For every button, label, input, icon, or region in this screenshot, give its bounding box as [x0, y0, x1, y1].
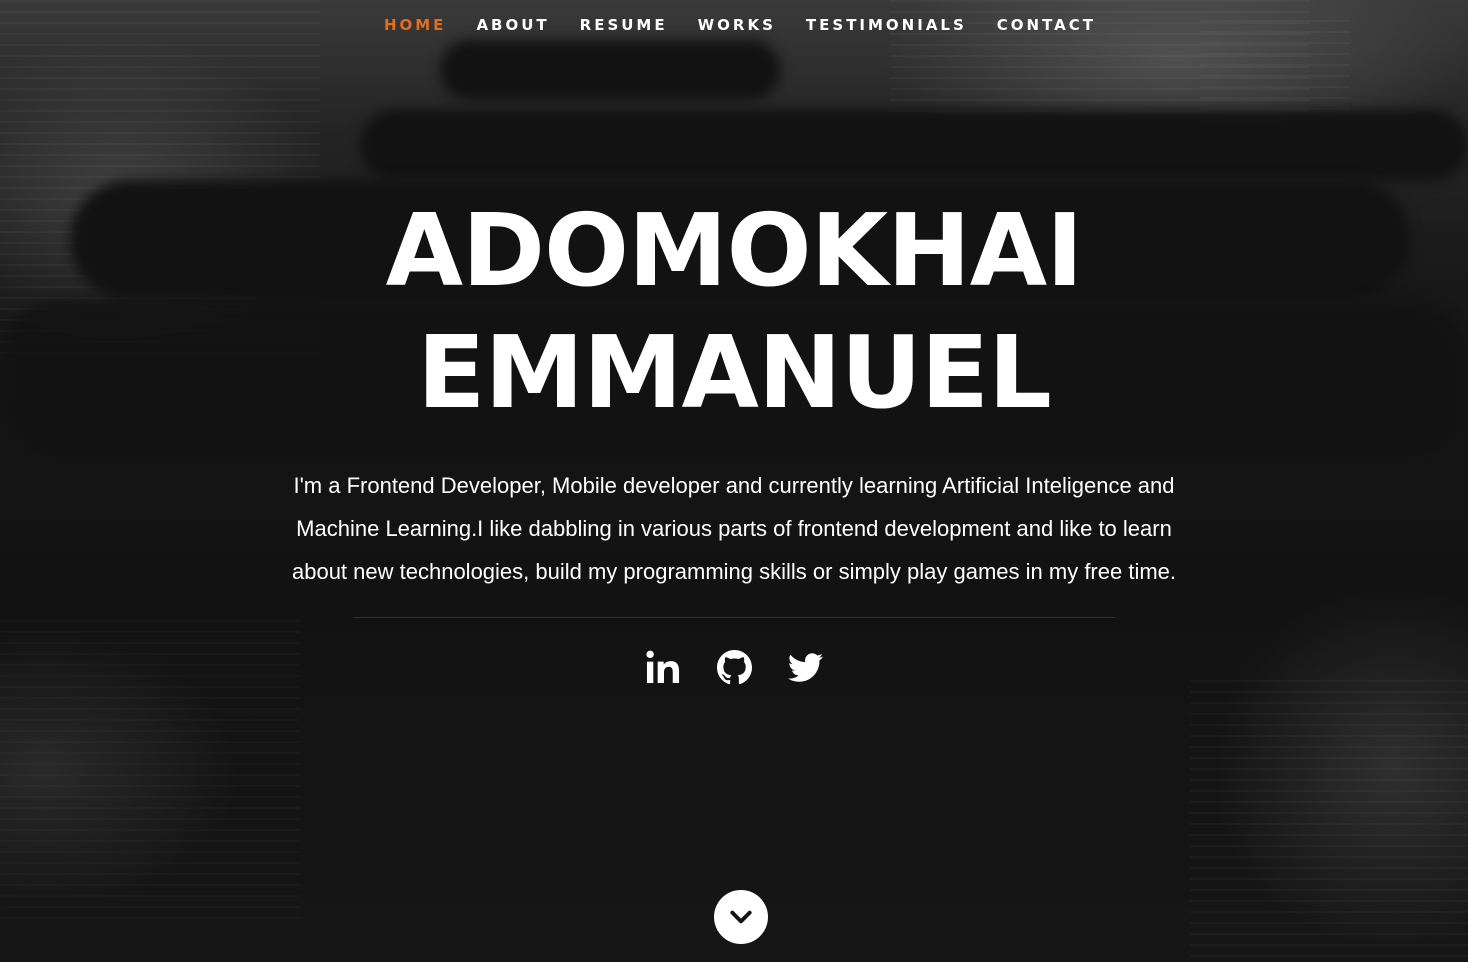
nav-item-about[interactable]: ABOUT — [461, 14, 564, 36]
main-nav: HOME ABOUT RESUME WORKS TESTIMONIALS CON… — [0, 14, 1468, 36]
brush-stroke — [440, 40, 780, 100]
page-title: ADOMOKHAI EMMANUEL — [0, 190, 1468, 434]
nav-item-home[interactable]: HOME — [369, 14, 461, 36]
linkedin-icon — [645, 650, 679, 684]
nav-item-contact[interactable]: CONTACT — [982, 14, 1111, 36]
hero-section: HOME ABOUT RESUME WORKS TESTIMONIALS CON… — [0, 0, 1468, 962]
github-link[interactable] — [716, 650, 752, 685]
nav-list: HOME ABOUT RESUME WORKS TESTIMONIALS CON… — [369, 14, 1111, 36]
divider — [353, 617, 1115, 618]
name-line-1: ADOMOKHAI — [385, 192, 1084, 309]
twitter-link[interactable] — [787, 650, 823, 685]
brush-stroke — [360, 110, 1468, 180]
name-line-2: EMMANUEL — [417, 314, 1052, 431]
chevron-down-icon — [730, 910, 752, 924]
nav-item-resume[interactable]: RESUME — [565, 14, 683, 36]
nav-item-testimonials[interactable]: TESTIMONIALS — [791, 14, 982, 36]
intro-text: I'm a Frontend Developer, Mobile develop… — [291, 473, 1177, 584]
banner: ADOMOKHAI EMMANUEL I'm a Frontend Develo… — [0, 190, 1468, 685]
code-texture — [1190, 680, 1468, 962]
github-icon — [716, 650, 752, 685]
scroll-down-button[interactable] — [714, 890, 768, 944]
nav-item-works[interactable]: WORKS — [683, 14, 791, 36]
linkedin-link[interactable] — [645, 650, 681, 685]
twitter-icon — [787, 653, 823, 682]
social-links — [0, 650, 1468, 685]
